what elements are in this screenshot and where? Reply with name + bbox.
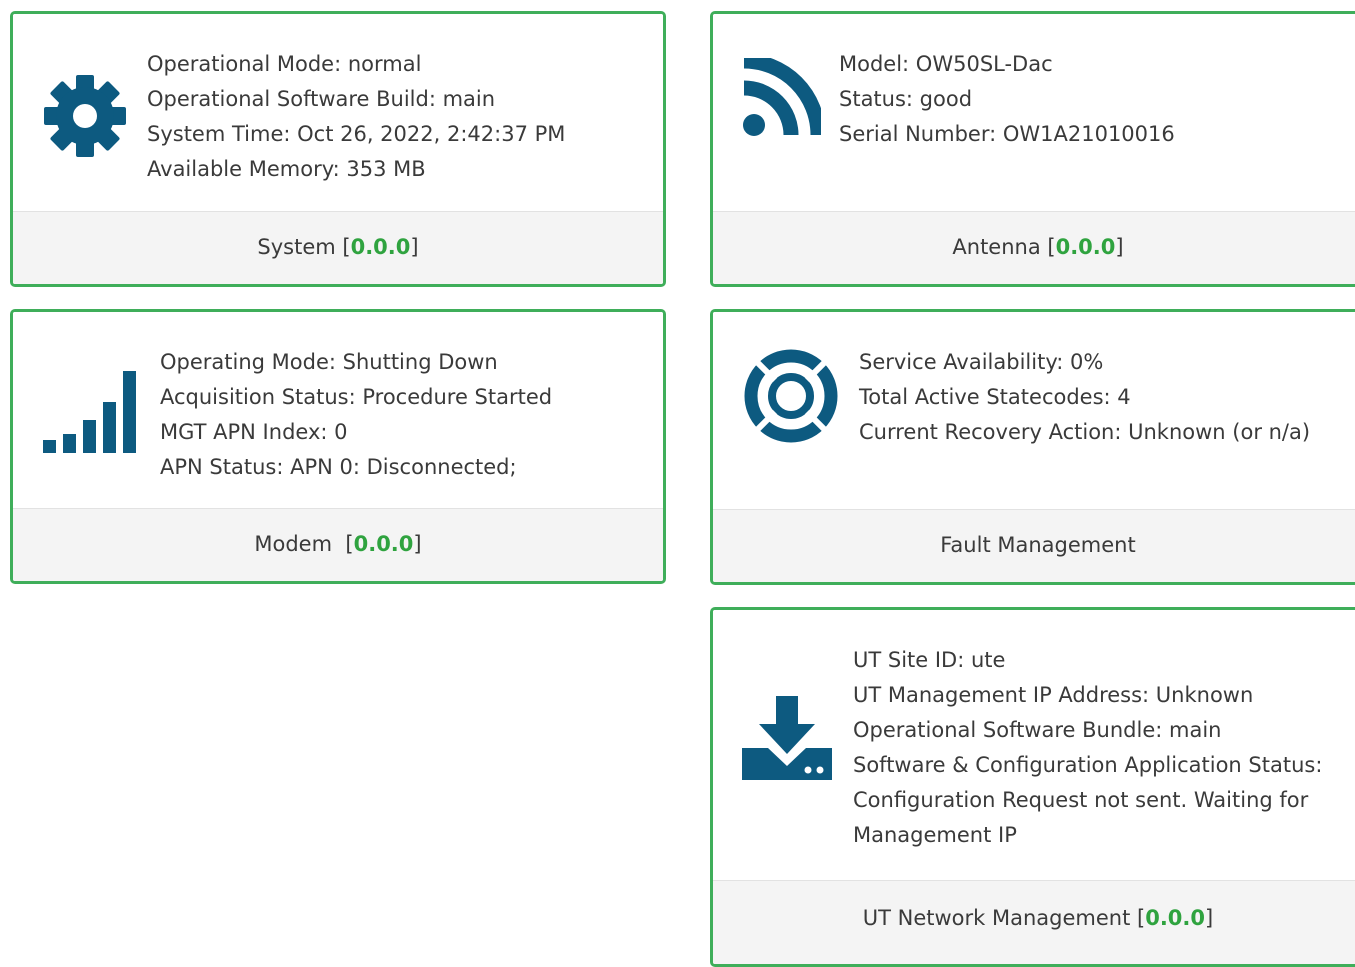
antenna-model: Model: OW50SL-Dac xyxy=(839,52,1053,76)
ut-config-status-line-1: Configuration Request not sent. Waiting … xyxy=(853,788,1309,812)
rss-feed-icon xyxy=(741,58,821,138)
fault-info: Service Availability: 0% Total Active St… xyxy=(859,345,1310,450)
system-available-memory: Available Memory: 353 MB xyxy=(147,157,426,181)
ut-management-ip: UT Management IP Address: Unknown xyxy=(853,683,1254,707)
antenna-status: Status: good xyxy=(839,87,973,111)
modem-version: 0.0.0 xyxy=(353,532,414,556)
life-ring-icon xyxy=(743,348,839,444)
antenna-card-footer[interactable]: Antenna [0.0.0] xyxy=(713,211,1355,284)
ut-network-card-footer[interactable]: UT Network Management [0.0.0] xyxy=(713,880,1355,964)
modem-apn-status: APN Status: APN 0: Disconnected; xyxy=(160,455,517,479)
download-icon xyxy=(742,696,832,782)
ut-network-version: 0.0.0 xyxy=(1145,906,1206,930)
system-footer-label: System xyxy=(257,235,336,259)
system-info: Operational Mode: normal Operational Sof… xyxy=(147,47,565,187)
antenna-serial-number: Serial Number: OW1A21010016 xyxy=(839,122,1175,146)
antenna-version: 0.0.0 xyxy=(1055,235,1116,259)
system-software-build: Operational Software Build: main xyxy=(147,87,496,111)
modem-mgt-apn-index: MGT APN Index: 0 xyxy=(160,420,348,444)
ut-software-bundle: Operational Software Bundle: main xyxy=(853,718,1222,742)
ut-network-info: UT Site ID: ute UT Management IP Address… xyxy=(853,643,1322,853)
modem-card-footer[interactable]: Modem [0.0.0] xyxy=(13,508,663,581)
modem-info: Operating Mode: Shutting Down Acquisitio… xyxy=(160,345,552,485)
ut-config-status-line-2: Management IP xyxy=(853,823,1017,847)
antenna-info: Model: OW50SL-Dac Status: good Serial Nu… xyxy=(839,47,1175,152)
system-time: System Time: Oct 26, 2022, 2:42:37 PM xyxy=(147,122,566,146)
ut-network-management-card: UT Site ID: ute UT Management IP Address… xyxy=(710,607,1355,967)
system-operational-mode: Operational Mode: normal xyxy=(147,52,422,76)
fault-total-active-statecodes: Total Active Statecodes: 4 xyxy=(859,385,1131,409)
fault-footer-label: Fault Management xyxy=(940,533,1136,557)
modem-operating-mode: Operating Mode: Shutting Down xyxy=(160,350,498,374)
antenna-footer-label: Antenna xyxy=(952,235,1041,259)
system-version: 0.0.0 xyxy=(350,235,411,259)
ut-network-card-body: UT Site ID: ute UT Management IP Address… xyxy=(713,610,1355,880)
ut-config-status-label: Software & Configuration Application Sta… xyxy=(853,753,1323,777)
fault-card-body: Service Availability: 0% Total Active St… xyxy=(713,312,1355,513)
fault-service-availability: Service Availability: 0% xyxy=(859,350,1104,374)
fault-current-recovery-action: Current Recovery Action: Unknown (or n/a… xyxy=(859,420,1311,444)
antenna-card: Model: OW50SL-Dac Status: good Serial Nu… xyxy=(710,11,1355,287)
fault-management-card: Service Availability: 0% Total Active St… xyxy=(710,309,1355,585)
modem-card-body: Operating Mode: Shutting Down Acquisitio… xyxy=(13,312,663,512)
ut-network-footer-label: UT Network Management xyxy=(862,906,1131,930)
signal-bars-icon xyxy=(43,371,139,453)
ut-site-id: UT Site ID: ute xyxy=(853,648,1006,672)
modem-footer-label: Modem xyxy=(254,532,333,556)
system-card-body: Operational Mode: normal Operational Sof… xyxy=(13,14,663,215)
antenna-card-body: Model: OW50SL-Dac Status: good Serial Nu… xyxy=(713,14,1355,215)
modem-acquisition-status: Acquisition Status: Procedure Started xyxy=(160,385,553,409)
fault-card-footer[interactable]: Fault Management xyxy=(713,509,1355,582)
system-card: Operational Mode: normal Operational Sof… xyxy=(10,11,666,287)
gear-icon xyxy=(43,74,127,158)
system-card-footer[interactable]: System [0.0.0] xyxy=(13,211,663,284)
modem-card: Operating Mode: Shutting Down Acquisitio… xyxy=(10,309,666,584)
